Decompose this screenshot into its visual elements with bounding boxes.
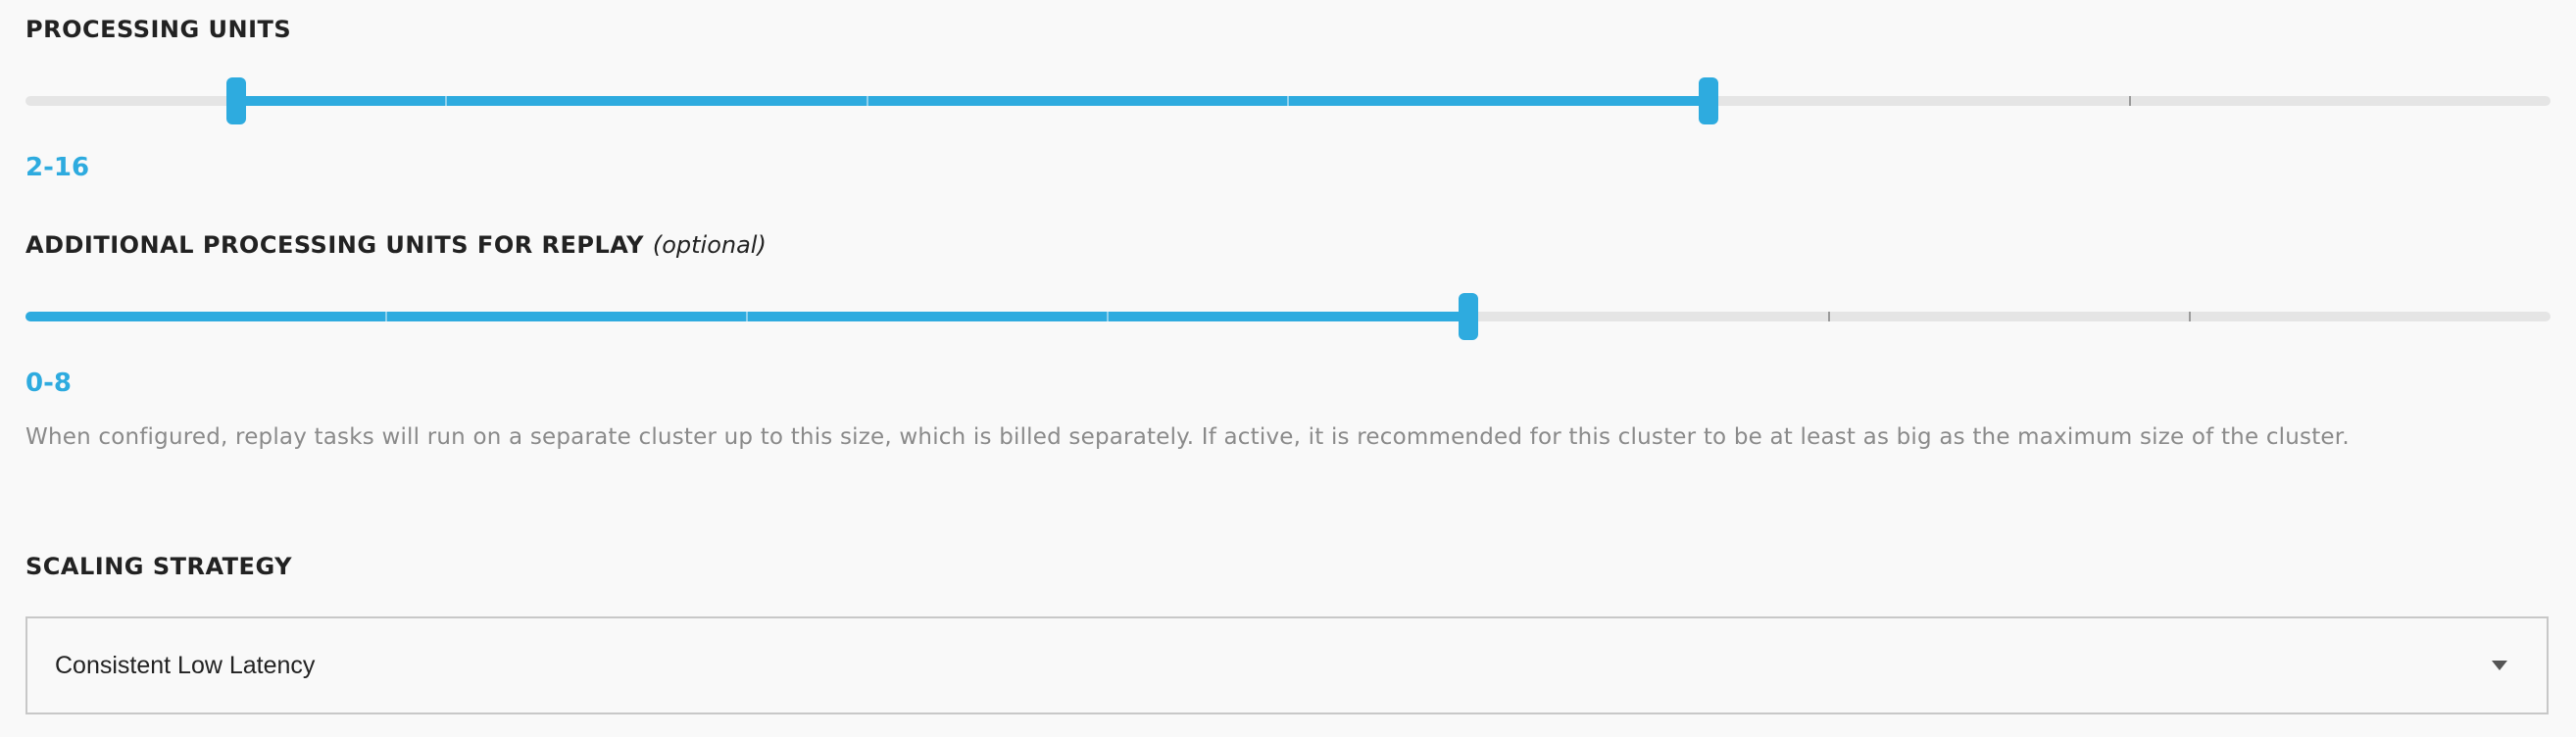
processing-units-range: 2-16 bbox=[25, 153, 90, 182]
replay-units-title-text: ADDITIONAL PROCESSING UNITS FOR REPLAY bbox=[25, 231, 644, 259]
chevron-down-icon[interactable] bbox=[2492, 661, 2507, 670]
replay-help-text: When configured, replay tasks will run o… bbox=[25, 424, 2350, 450]
slider-handle-high[interactable] bbox=[1699, 77, 1719, 124]
replay-units-slider[interactable] bbox=[25, 293, 2551, 340]
scaling-strategy-title: SCALING STRATEGY bbox=[25, 553, 292, 580]
slider-tick bbox=[866, 96, 868, 106]
slider-handle-low[interactable] bbox=[225, 77, 246, 124]
replay-units-title: ADDITIONAL PROCESSING UNITS FOR REPLAY (… bbox=[25, 231, 767, 259]
slider-tick bbox=[385, 312, 387, 321]
slider-tick bbox=[445, 96, 448, 106]
slider-tick bbox=[1828, 312, 1830, 321]
slider-handle[interactable] bbox=[1459, 293, 1478, 340]
processing-units-title: PROCESSING UNITS bbox=[25, 16, 292, 43]
scaling-strategy-select[interactable]: Consistent Low Latency bbox=[25, 616, 2549, 714]
slider-tick bbox=[2189, 312, 2191, 321]
processing-units-slider[interactable] bbox=[25, 77, 2551, 124]
optional-label: (optional) bbox=[652, 231, 767, 259]
cluster-settings-form: PROCESSING UNITS 2-16 ADDITIONAL PROCESS… bbox=[0, 0, 2576, 737]
scaling-strategy-selected-value: Consistent Low Latency bbox=[55, 652, 316, 679]
slider-fill bbox=[235, 96, 1709, 106]
slider-tick bbox=[1107, 312, 1109, 321]
slider-tick bbox=[1287, 96, 1289, 106]
slider-tick bbox=[746, 312, 748, 321]
replay-units-range: 0-8 bbox=[25, 368, 72, 398]
slider-tick bbox=[2128, 96, 2131, 106]
